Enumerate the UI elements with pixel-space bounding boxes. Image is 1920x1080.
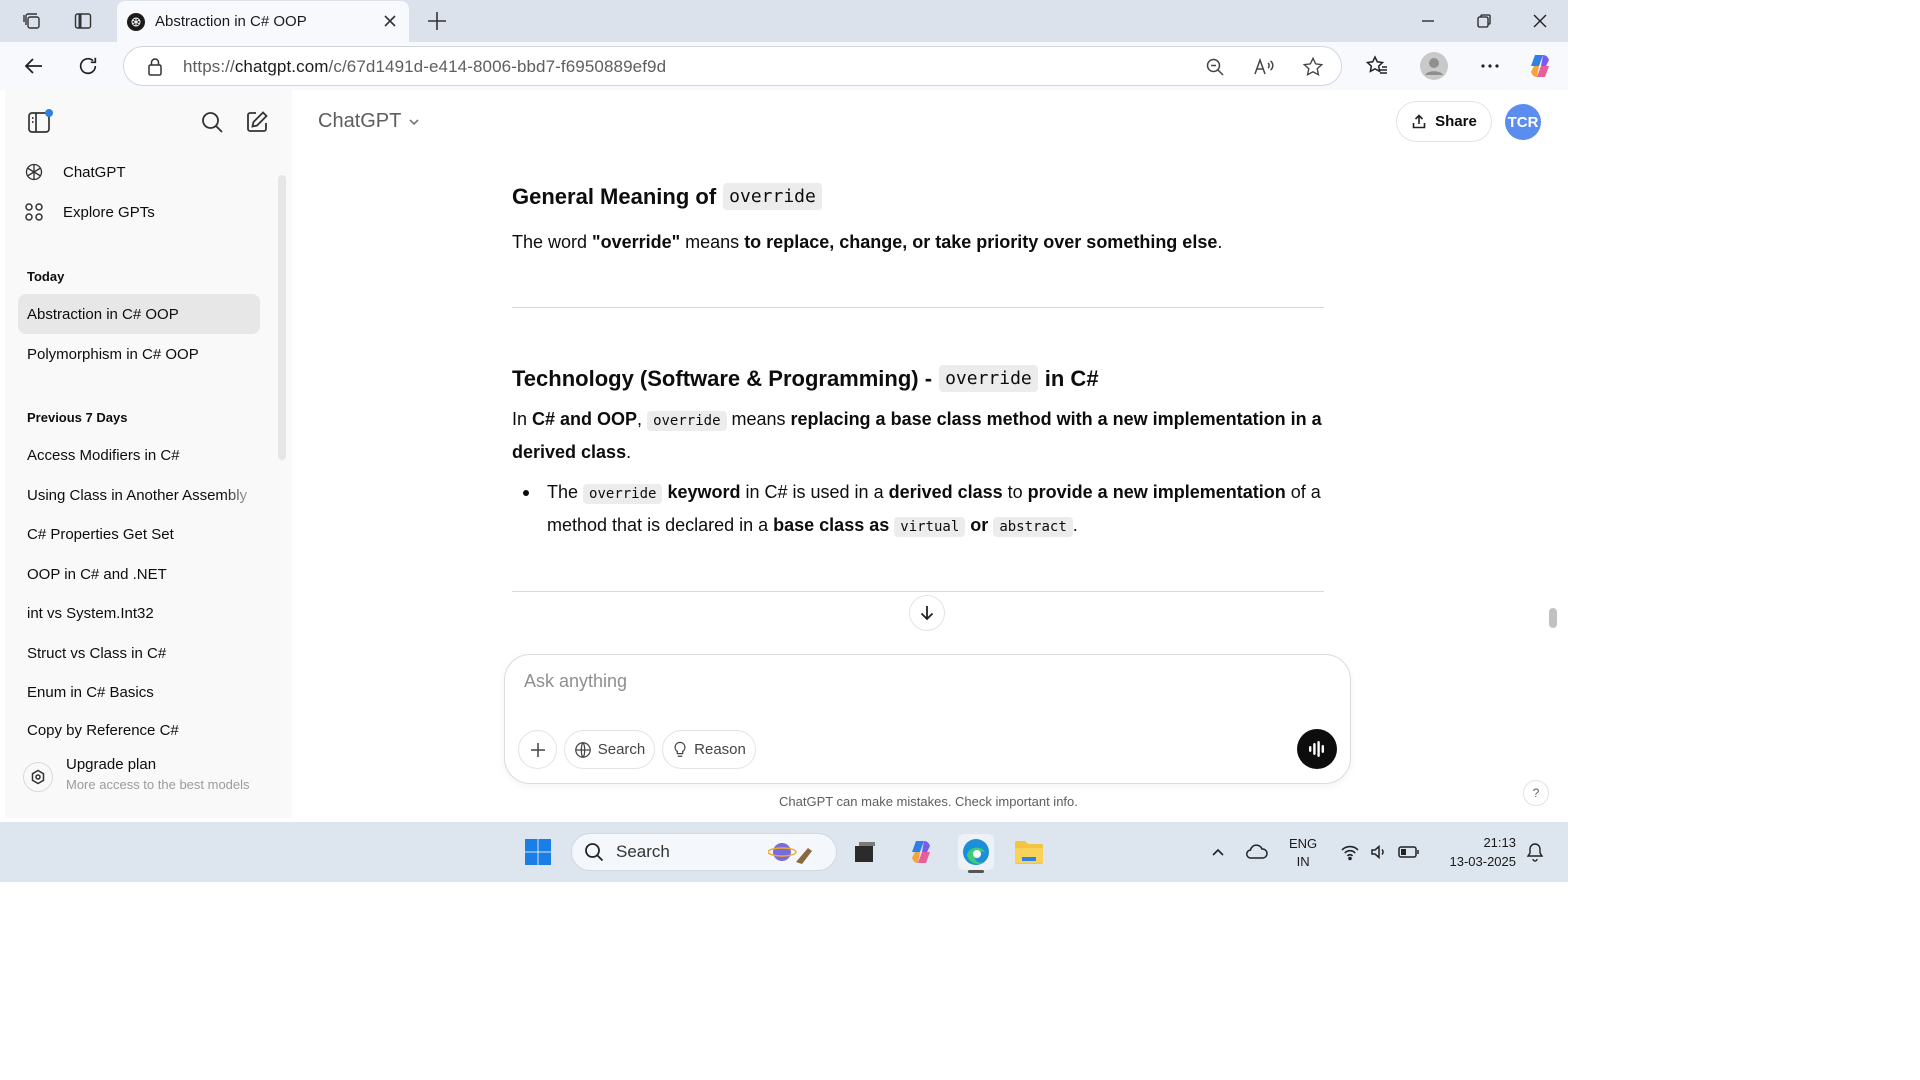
- onedrive-cloud-icon[interactable]: [1242, 837, 1272, 867]
- chatgpt-logo-icon: [22, 160, 46, 184]
- language-indicator[interactable]: ENG IN: [1289, 835, 1317, 871]
- chat-history-item[interactable]: Enum in C# Basics: [18, 672, 260, 712]
- divider: [512, 307, 1324, 308]
- chat-history-item[interactable]: Struct vs Class in C#: [18, 633, 260, 673]
- message-section-general: General Meaning of override The word "ove…: [512, 183, 1324, 258]
- heading-general-meaning: General Meaning of override: [512, 183, 1324, 210]
- paragraph-technology: In C# and OOP, override means replacing …: [512, 409, 1322, 462]
- volume-icon[interactable]: [1364, 837, 1394, 867]
- chat-history-item[interactable]: Using Class in Another Assembly: [18, 475, 260, 515]
- voice-waveform-icon: [1309, 741, 1324, 757]
- back-icon[interactable]: [21, 53, 47, 79]
- chat-history-item[interactable]: Polymorphism in C# OOP: [18, 334, 260, 374]
- heading-technology: Technology (Software & Programming) - ove…: [512, 365, 1099, 392]
- voice-mode-button[interactable]: [1297, 729, 1337, 769]
- close-window-icon[interactable]: [1528, 10, 1552, 32]
- disclaimer-text: ChatGPT can make mistakes. Check importa…: [779, 794, 1078, 809]
- chatgpt-favicon-icon: [127, 12, 145, 31]
- scroll-to-bottom-button[interactable]: [909, 595, 945, 631]
- bullet-list: The override keyword in C# is used in a …: [512, 477, 1324, 543]
- new-chat-icon[interactable]: [245, 110, 269, 134]
- chat-history-item[interactable]: C# Properties Get Set: [18, 514, 260, 554]
- system-clock[interactable]: 21:13 13-03-2025: [1438, 833, 1517, 871]
- tab-title: Abstraction in C# OOP: [155, 13, 307, 30]
- restore-icon[interactable]: [1472, 10, 1496, 32]
- show-hidden-icons-chevron-up-icon[interactable]: [1203, 837, 1233, 867]
- zoom-out-icon[interactable]: [1204, 56, 1226, 78]
- browser-tab-active[interactable]: Abstraction in C# OOP: [117, 1, 409, 42]
- sidebar: ChatGPT Explore GPTs Today Abstraction i…: [5, 90, 292, 818]
- search-icon: [585, 843, 604, 862]
- profile-icon[interactable]: [1419, 51, 1449, 81]
- sidebar-item-explore-gpts[interactable]: Explore GPTs: [22, 200, 155, 224]
- chat-history-item[interactable]: OOP in C# and .NET: [18, 554, 260, 594]
- minimize-icon[interactable]: [1416, 10, 1440, 32]
- notifications-icon[interactable]: [1520, 837, 1550, 867]
- share-button[interactable]: Share: [1396, 101, 1492, 142]
- file-explorer-icon[interactable]: [1014, 837, 1044, 867]
- new-tab-icon[interactable]: [425, 9, 449, 33]
- windows-taskbar: Search ENG IN 21:13 13-03-2025: [0, 822, 1568, 882]
- chat-history-item[interactable]: Copy by Reference C#: [18, 712, 260, 748]
- close-tab-icon[interactable]: [381, 12, 399, 30]
- message-section-technology: Technology (Software & Programming) - ove…: [512, 365, 1324, 543]
- sidebar-item-chatgpt[interactable]: ChatGPT: [22, 160, 126, 184]
- section-title-today: Today: [27, 269, 65, 284]
- copilot-icon[interactable]: [1526, 52, 1554, 80]
- section-title-previous-7-days: Previous 7 Days: [27, 410, 128, 425]
- search-toggle-button[interactable]: Search: [564, 730, 655, 769]
- more-options-icon[interactable]: [1477, 53, 1503, 79]
- chevron-down-icon: [407, 115, 421, 129]
- upgrade-icon: [23, 762, 53, 792]
- main-scrollbar[interactable]: [1549, 608, 1557, 628]
- favorites-icon[interactable]: [1364, 53, 1390, 79]
- chat-history-item[interactable]: Abstraction in C# OOP: [18, 294, 260, 334]
- workspaces-icon[interactable]: [20, 9, 44, 33]
- copilot-taskbar-icon[interactable]: [906, 837, 936, 867]
- grid-icon: [22, 200, 46, 224]
- lock-icon[interactable]: [146, 57, 164, 77]
- task-view-icon[interactable]: [850, 837, 880, 867]
- plus-icon: [530, 742, 545, 757]
- edge-browser-icon[interactable]: [958, 834, 994, 873]
- browser-titlebar: Abstraction in C# OOP: [0, 0, 1568, 42]
- windows-start-icon[interactable]: [523, 837, 553, 867]
- chat-history-item[interactable]: Access Modifiers in C#: [18, 435, 260, 475]
- reason-toggle-button[interactable]: Reason: [662, 730, 756, 769]
- share-icon: [1412, 113, 1426, 128]
- tab-actions-icon[interactable]: [71, 9, 95, 33]
- model-selector[interactable]: ChatGPT: [318, 110, 421, 133]
- arrow-down-icon: [920, 606, 934, 621]
- main-chat-area: ChatGPT Share TCR General Meaning of over…: [292, 90, 1568, 818]
- favorite-star-icon[interactable]: [1302, 56, 1324, 78]
- taskbar-search[interactable]: Search: [571, 833, 837, 871]
- search-highlight-icon: [768, 840, 826, 866]
- upgrade-title: Upgrade plan: [66, 756, 157, 773]
- battery-icon[interactable]: [1394, 837, 1424, 867]
- refresh-icon[interactable]: [75, 53, 101, 79]
- address-bar[interactable]: https://chatgpt.com/c/67d1491d-e414-8006…: [123, 46, 1342, 86]
- lightbulb-icon: [674, 741, 686, 757]
- search-chats-icon[interactable]: [200, 110, 224, 134]
- wifi-icon[interactable]: [1335, 837, 1365, 867]
- attach-button[interactable]: [518, 730, 557, 769]
- help-button[interactable]: ?: [1523, 780, 1549, 806]
- chat-history-item[interactable]: int vs System.Int32: [18, 593, 260, 633]
- divider: [512, 591, 1324, 592]
- user-avatar[interactable]: TCR: [1505, 104, 1541, 140]
- browser-toolbar: https://chatgpt.com/c/67d1491d-e414-8006…: [0, 42, 1568, 90]
- read-aloud-icon[interactable]: [1253, 56, 1275, 78]
- globe-icon: [574, 741, 591, 758]
- sidebar-scrollbar[interactable]: [278, 175, 286, 460]
- chat-composer[interactable]: Ask anything Search Reason: [504, 654, 1351, 784]
- paragraph-general-meaning: The word "override" means to replace, ch…: [512, 232, 1223, 252]
- toggle-sidebar-icon[interactable]: [27, 109, 55, 135]
- url-text[interactable]: https://chatgpt.com/c/67d1491d-e414-8006…: [183, 57, 666, 77]
- upgrade-subtitle: More access to the best models: [66, 777, 250, 792]
- message-input[interactable]: Ask anything: [524, 671, 627, 692]
- upgrade-plan-button[interactable]: Upgrade plan More access to the best mod…: [23, 756, 250, 792]
- list-item: The override keyword in C# is used in a …: [512, 477, 1324, 543]
